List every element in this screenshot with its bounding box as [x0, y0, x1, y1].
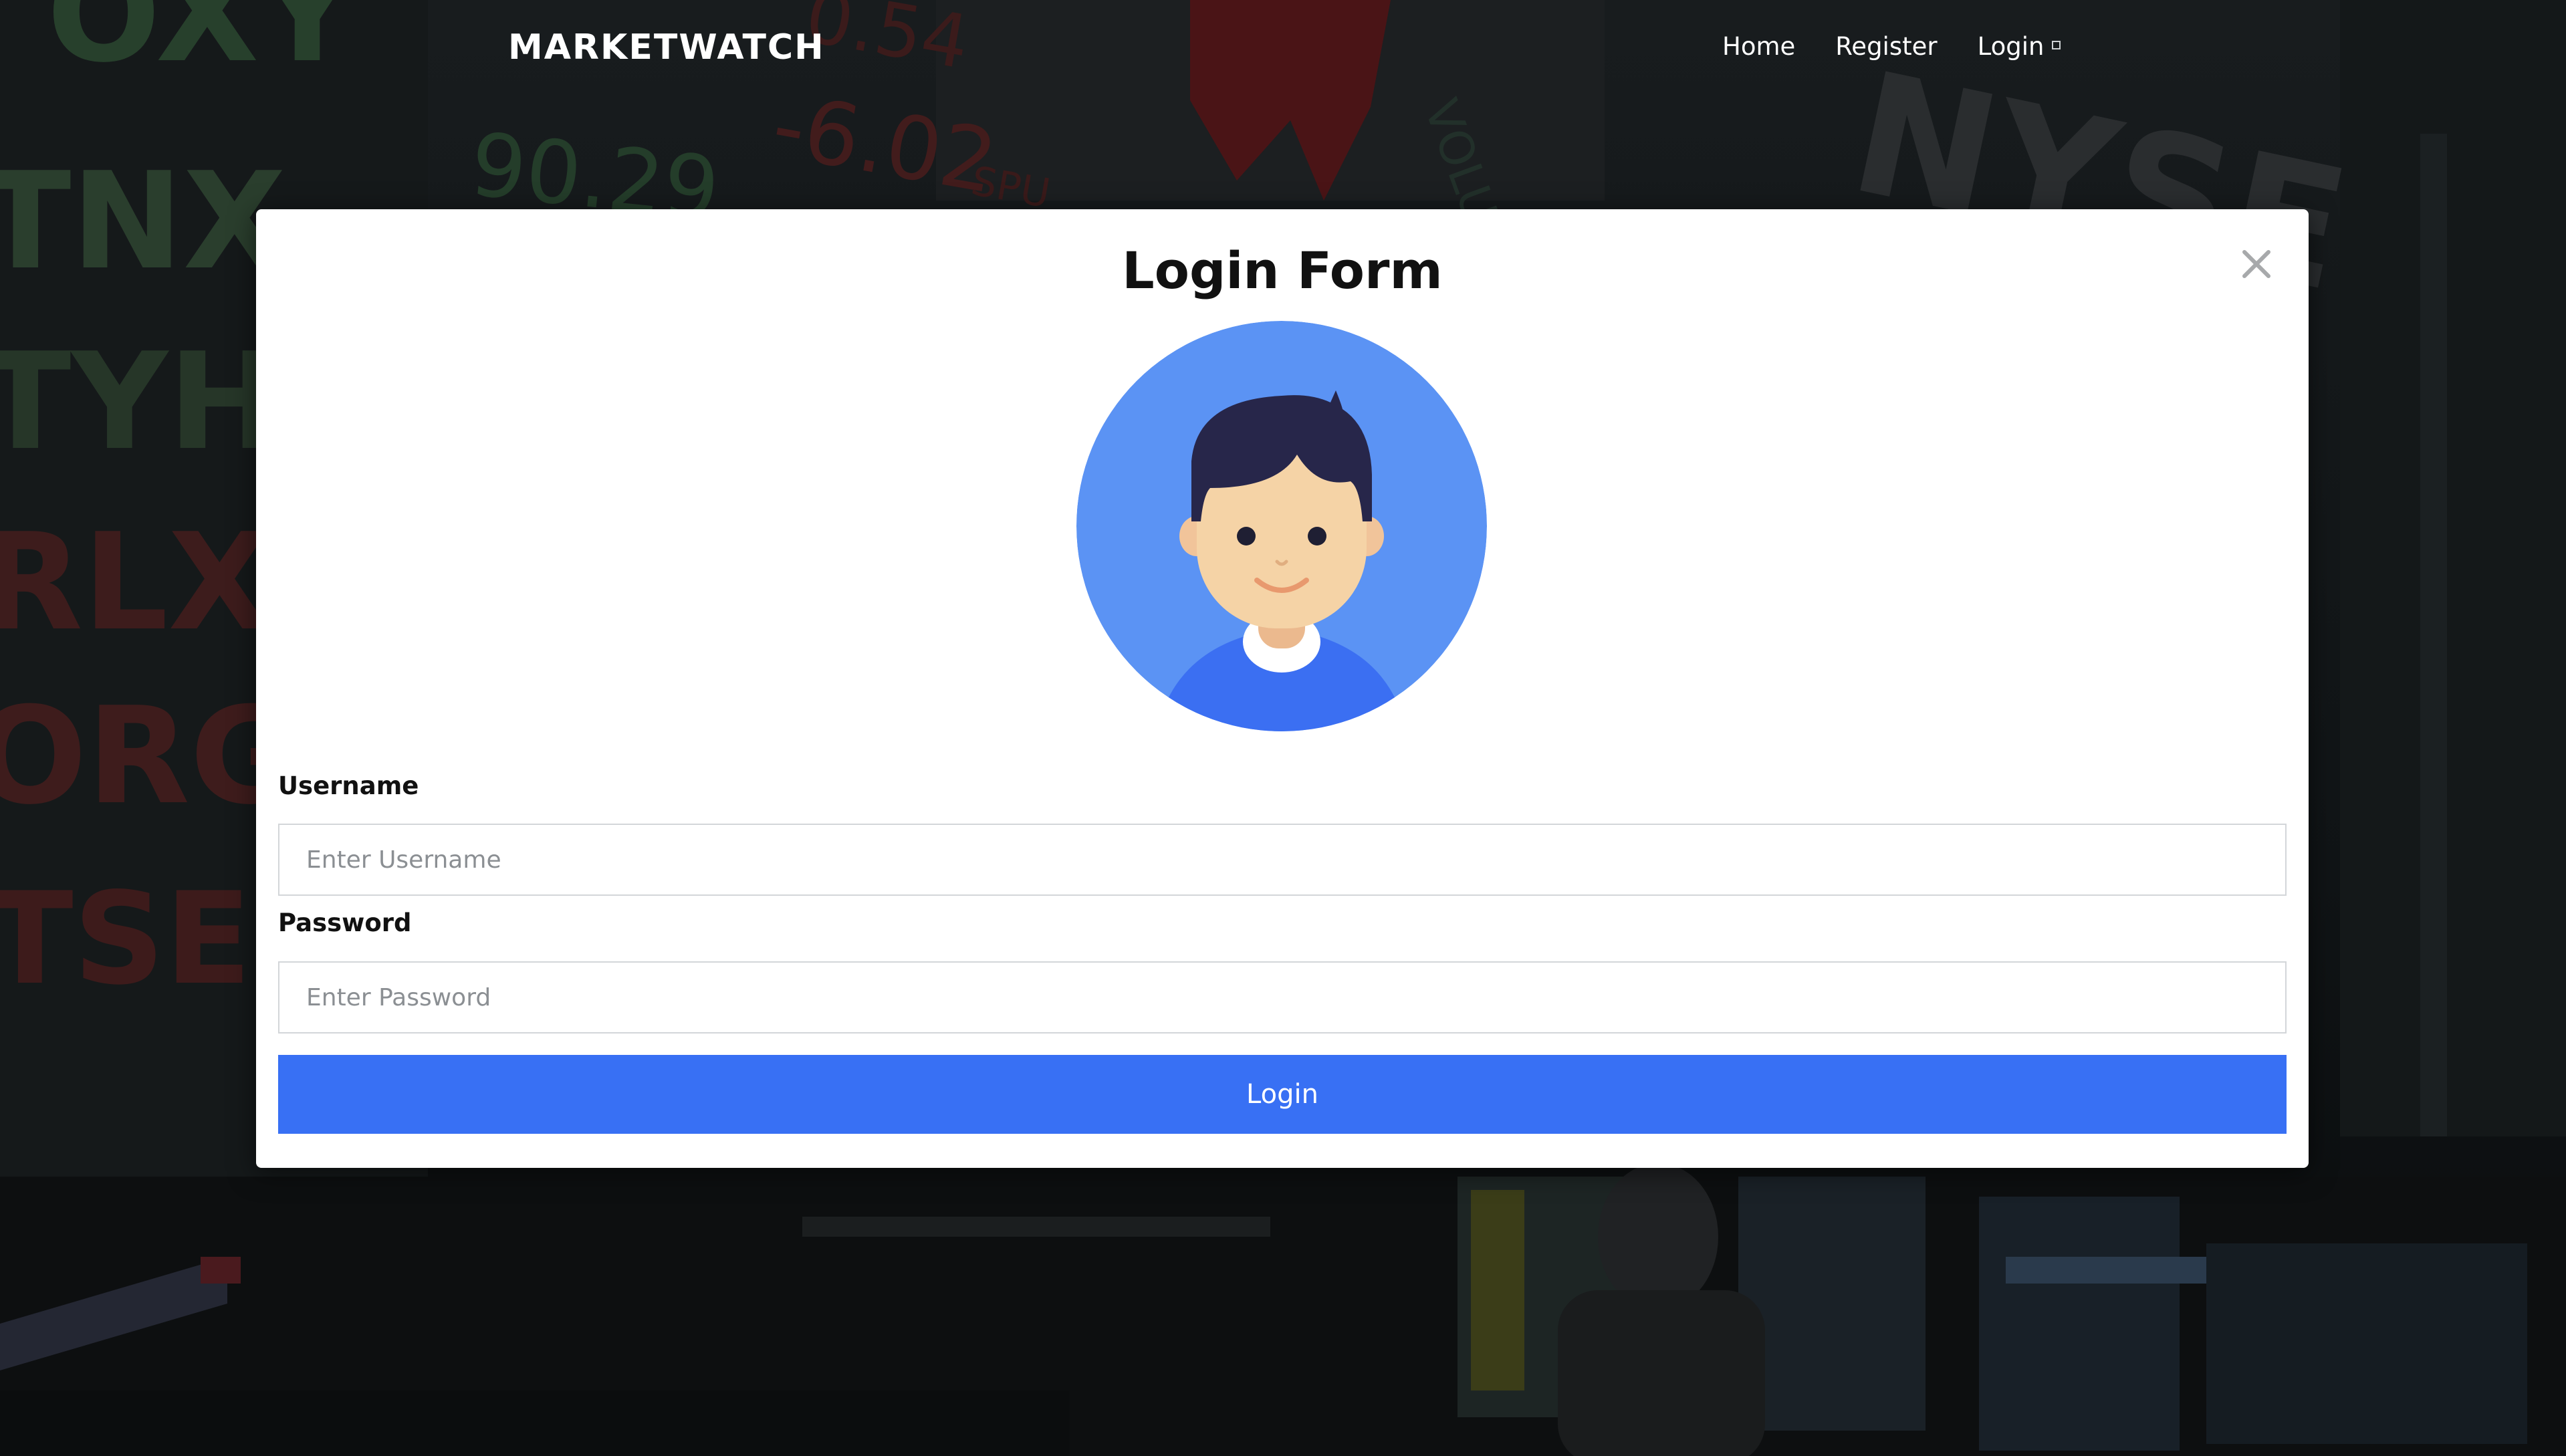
password-label: Password	[278, 908, 412, 937]
user-avatar-icon	[1076, 321, 1487, 731]
modal-title: Login Form	[1122, 241, 1443, 300]
svg-text:TYH: TYH	[0, 324, 280, 480]
nav-link-home[interactable]: Home	[1722, 25, 1795, 68]
close-icon[interactable]	[2235, 243, 2278, 285]
nav-link-register[interactable]: Register	[1835, 25, 1937, 68]
username-input[interactable]	[278, 824, 2287, 896]
login-button[interactable]: Login	[278, 1055, 2287, 1134]
username-label: Username	[278, 771, 419, 800]
svg-text:TSE: TSE	[0, 865, 251, 1013]
svg-text:OXY: OXY	[47, 0, 357, 92]
nav-link-login[interactable]: Login	[1978, 25, 2061, 68]
login-modal: Login Form Username Enter Username Passw…	[256, 209, 2309, 1168]
nav-link-login-label: Login	[1977, 32, 2045, 61]
password-input[interactable]	[278, 961, 2287, 1034]
brand-logo[interactable]: MARKETWATCH	[508, 24, 825, 71]
top-nav: Home Register Login	[1722, 25, 2061, 68]
svg-text:TNX: TNX	[0, 144, 286, 299]
svg-text:RLX: RLX	[0, 505, 271, 660]
page: OXY TNX TYH RLX ORG TSE 90.29 -6.02 0.54…	[0, 0, 2566, 1456]
svg-text:ORG: ORG	[0, 679, 300, 834]
dropdown-indicator-icon	[2052, 41, 2061, 49]
